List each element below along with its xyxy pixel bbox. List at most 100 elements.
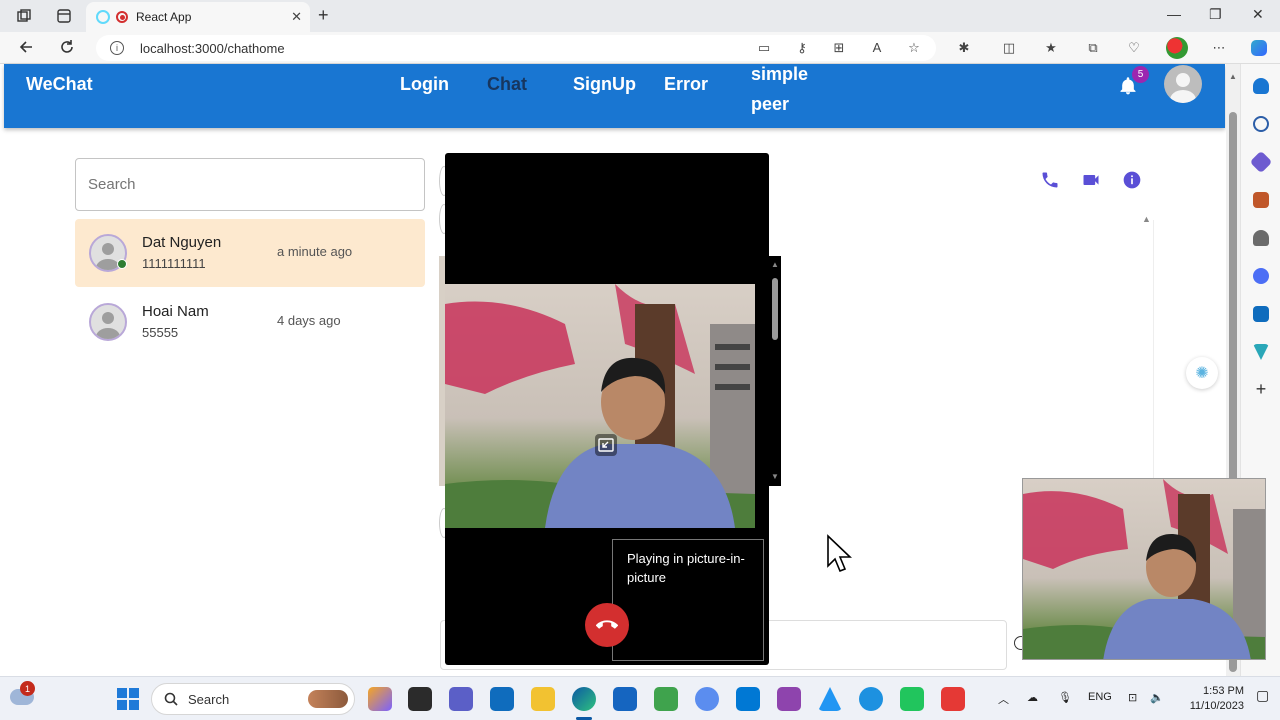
chat-scroll-up-icon[interactable]: ▲ — [1142, 214, 1151, 224]
drop-icon[interactable] — [1253, 344, 1269, 360]
notepad-icon[interactable] — [654, 687, 678, 711]
search-input[interactable] — [75, 158, 425, 211]
user-avatar[interactable] — [1164, 65, 1202, 103]
favorite-star-icon[interactable]: ☆ — [906, 40, 922, 56]
language-indicator[interactable]: ENG — [1088, 691, 1112, 703]
picture-in-picture-window[interactable] — [1022, 478, 1266, 660]
network-icon[interactable]: ⊡ — [1128, 691, 1137, 704]
scroll-up-arrow-icon[interactable]: ▲ — [1229, 72, 1237, 81]
nav-login[interactable]: Login — [400, 74, 449, 95]
site-info-icon[interactable]: i — [110, 41, 124, 55]
teams-icon[interactable] — [449, 687, 473, 711]
hang-up-button[interactable] — [585, 603, 629, 647]
exit-pip-icon[interactable] — [595, 434, 617, 456]
conversation-item[interactable]: Dat Nguyen 1111111111 a minute ago — [75, 219, 425, 287]
extensions-icon[interactable]: ✱ — [956, 40, 972, 56]
assistant-icon[interactable]: ✺ — [1186, 357, 1218, 389]
tray-chevron-icon[interactable]: ︿ — [998, 691, 1009, 707]
video-call-modal: Playing in picture-in-picture — [445, 153, 769, 665]
notification-badge: 5 — [1132, 66, 1149, 83]
scroll-up-arrow-icon[interactable]: ▲ — [771, 260, 779, 269]
close-window-icon[interactable]: ✕ — [1252, 6, 1264, 23]
browser-tab-strip: React App ✕ + — ❐ ✕ — [0, 0, 1280, 32]
profile-icon[interactable] — [1166, 37, 1188, 59]
nav-chat[interactable]: Chat — [487, 74, 527, 95]
clock-time: 1:53 PM — [1203, 685, 1244, 697]
system-clock[interactable]: 1:53 PM 11/10/2023 — [1178, 684, 1244, 714]
recording-icon — [116, 11, 128, 23]
file-explorer-icon[interactable] — [531, 687, 555, 711]
more-menu-icon[interactable]: ⋯ — [1211, 40, 1227, 56]
video-call-icon[interactable] — [1081, 170, 1101, 190]
collections-icon[interactable]: ⧉ — [1085, 40, 1101, 56]
volume-icon[interactable]: 🔈 — [1150, 691, 1164, 704]
task-view-icon[interactable] — [408, 687, 432, 711]
store-icon[interactable] — [613, 687, 637, 711]
shopping-icon[interactable] — [1249, 150, 1273, 174]
nav-simple-peer[interactable]: simple peer — [751, 59, 821, 119]
close-tab-icon[interactable]: ✕ — [291, 9, 302, 25]
scroll-down-arrow-icon[interactable]: ▼ — [771, 472, 779, 481]
add-sidebar-icon[interactable]: + — [1253, 380, 1269, 398]
recorder-icon[interactable] — [941, 687, 965, 711]
online-status-dot — [117, 259, 127, 269]
search-sidebar-icon[interactable] — [1253, 116, 1269, 132]
back-icon[interactable] — [17, 38, 35, 61]
onedrive-icon[interactable]: ☁ — [1027, 691, 1038, 704]
edge-icon[interactable] — [572, 687, 596, 711]
favorites-icon[interactable]: ★ — [1043, 40, 1059, 56]
outlook-icon[interactable] — [1253, 306, 1269, 322]
conversation-item[interactable]: Hoai Nam 55555 4 days ago — [75, 288, 425, 356]
apps-icon[interactable]: ⊞ — [831, 40, 847, 56]
new-tab-icon[interactable]: + — [318, 5, 329, 26]
mail-icon[interactable] — [490, 687, 514, 711]
start-icon[interactable] — [117, 688, 139, 710]
microphone-icon[interactable]: 🎙 — [1058, 691, 1072, 704]
phone-call-icon[interactable] — [1040, 170, 1060, 190]
refresh-icon[interactable] — [58, 38, 76, 61]
camtasia-icon[interactable] — [900, 687, 924, 711]
taskbar: 1 Search ︿ ☁ 🎙 ENG ⊡ 🔈 1:53 PM 11/10/202… — [0, 676, 1280, 720]
vscode-icon[interactable] — [736, 687, 760, 711]
hang-up-icon — [596, 620, 618, 629]
taskbar-search[interactable]: Search — [151, 683, 355, 715]
clock-date: 11/10/2023 — [1189, 700, 1244, 712]
tab-react-app[interactable]: React App ✕ — [86, 2, 310, 32]
copilot-icon[interactable] — [1251, 40, 1267, 56]
restore-icon[interactable]: ❐ — [1209, 6, 1222, 23]
microsoft365-icon[interactable] — [1253, 268, 1269, 284]
video-scroll-thumb[interactable] — [772, 278, 778, 340]
tools-icon[interactable] — [1253, 192, 1269, 208]
nav-error[interactable]: Error — [664, 74, 708, 95]
minimize-icon[interactable]: — — [1167, 6, 1181, 22]
browser-icon[interactable] — [695, 687, 719, 711]
camera-icon[interactable]: ▭ — [756, 40, 772, 56]
contact-avatar — [89, 303, 127, 341]
docker-icon[interactable] — [859, 687, 883, 711]
read-aloud-icon[interactable]: A — [869, 40, 885, 56]
copilot-taskbar-icon[interactable] — [368, 687, 392, 711]
nav-signup[interactable]: SignUp — [573, 74, 636, 95]
address-bar-row: i localhost:3000/chathome ▭ ⚷ ⊞ A ☆ ✱ ◫ … — [0, 32, 1280, 64]
url-bar[interactable]: i localhost:3000/chathome — [96, 35, 936, 61]
info-icon[interactable] — [1122, 170, 1142, 190]
app-header: WeChat Login Chat SignUp Error simple pe… — [4, 64, 1225, 128]
search-icon — [164, 692, 178, 706]
video-scrollbar[interactable]: ▲ ▼ — [769, 256, 781, 486]
last-message: 1111111111 — [142, 256, 206, 271]
key-icon[interactable]: ⚷ — [794, 40, 810, 56]
remote-video — [445, 284, 755, 528]
message-time: a minute ago — [277, 244, 353, 259]
visual-studio-icon[interactable] — [777, 687, 801, 711]
split-screen-icon[interactable]: ◫ — [1001, 40, 1017, 56]
notifications-sidebar-icon[interactable] — [1253, 78, 1269, 94]
notification-center-icon[interactable]: ▢ — [1256, 687, 1269, 704]
weather-badge: 1 — [20, 681, 35, 696]
performance-icon[interactable]: ♡ — [1126, 40, 1142, 56]
games-icon[interactable] — [1253, 230, 1269, 246]
azure-icon[interactable] — [818, 687, 842, 711]
message-time: 4 days ago — [277, 313, 341, 328]
tab-actions-icon[interactable] — [54, 6, 74, 26]
brand-logo[interactable]: WeChat — [26, 74, 93, 95]
workspaces-icon[interactable] — [14, 6, 34, 26]
